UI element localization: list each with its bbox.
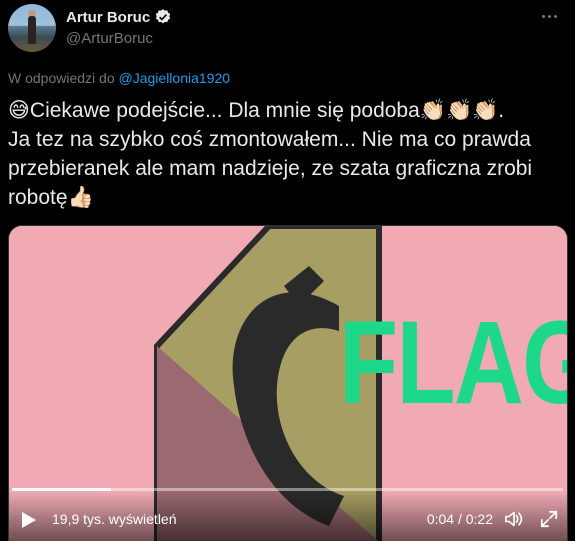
- view-count: 19,9 tys. wyświetleń: [52, 511, 177, 527]
- author-handle[interactable]: @ArturBoruc: [66, 30, 153, 47]
- reply-mention-link[interactable]: @Jagiellonia1920: [119, 70, 231, 86]
- emoji-clapping: 👏🏻👏🏻👏🏻: [419, 99, 499, 122]
- author-name-row[interactable]: Artur Boruc: [66, 8, 172, 26]
- avatar-figure-body: [28, 16, 36, 44]
- verified-badge-icon: [156, 9, 171, 24]
- tweet-line-1: Ciekawe podejście... Dla mnie się podoba: [29, 99, 420, 122]
- emoji-sweat-smile: 😅: [8, 99, 30, 122]
- video-time: 0:04 / 0:22: [426, 511, 493, 527]
- video-progress-bar[interactable]: [12, 488, 563, 491]
- avatar[interactable]: [8, 4, 56, 52]
- volume-icon[interactable]: [504, 510, 524, 528]
- fullscreen-icon[interactable]: [540, 510, 558, 528]
- tweet-text: 😅Ciekawe podejście... Dla mnie się podob…: [8, 96, 568, 212]
- author-display-name[interactable]: Artur Boruc: [66, 9, 150, 26]
- more-options-icon[interactable]: [535, 6, 563, 26]
- tweet-line-1-end: .: [498, 99, 505, 122]
- reply-prefix: W odpowiedzi do: [8, 70, 115, 86]
- video-progress-fill: [12, 488, 112, 491]
- emoji-thumbs-up: 👍🏻: [67, 186, 94, 209]
- flag-overlay-text: FLAG: [339, 297, 567, 429]
- video-player[interactable]: FLAG: [8, 225, 568, 541]
- reply-context: W odpowiedzi do @Jagiellonia1920: [8, 70, 230, 86]
- play-icon[interactable]: [22, 512, 36, 528]
